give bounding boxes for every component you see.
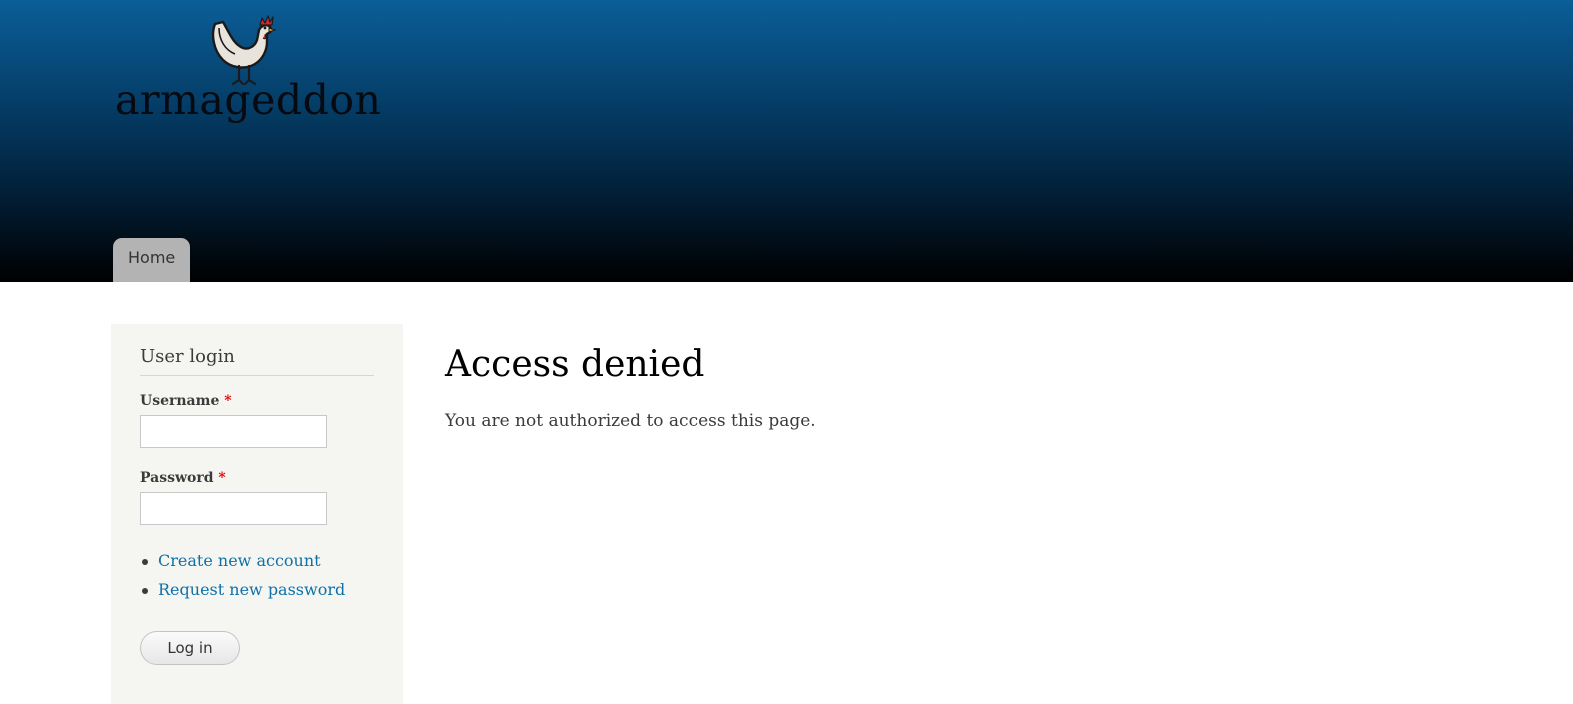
username-label: Username * bbox=[140, 393, 374, 409]
list-item: Create new account bbox=[140, 551, 374, 580]
username-field-wrapper: Username * bbox=[140, 393, 374, 448]
list-item: Request new password bbox=[140, 580, 374, 609]
required-marker: * bbox=[218, 470, 226, 486]
site-logo[interactable]: armageddon bbox=[113, 8, 381, 133]
create-account-link[interactable]: Create new account bbox=[158, 551, 321, 570]
login-button[interactable]: Log in bbox=[140, 631, 240, 665]
request-password-link[interactable]: Request new password bbox=[158, 580, 345, 599]
main-menu: Home bbox=[113, 238, 191, 282]
page-title: Access denied bbox=[445, 344, 705, 385]
password-input[interactable] bbox=[140, 492, 327, 525]
password-label: Password * bbox=[140, 470, 374, 486]
block-title: User login bbox=[140, 346, 374, 376]
password-field-wrapper: Password * bbox=[140, 470, 374, 525]
site-header: armageddon Home bbox=[0, 0, 1573, 282]
password-label-text: Password bbox=[140, 470, 214, 486]
username-input[interactable] bbox=[140, 415, 327, 448]
user-login-block: User login Username * Password * Create … bbox=[111, 324, 403, 704]
site-name: armageddon bbox=[115, 76, 382, 124]
main-content: Access denied You are not authorized to … bbox=[445, 344, 1445, 431]
login-links: Create new account Request new password bbox=[140, 551, 374, 609]
required-marker: * bbox=[224, 393, 232, 409]
tab-home[interactable]: Home bbox=[113, 238, 191, 282]
access-denied-message: You are not authorized to access this pa… bbox=[445, 411, 816, 431]
username-label-text: Username bbox=[140, 393, 220, 409]
